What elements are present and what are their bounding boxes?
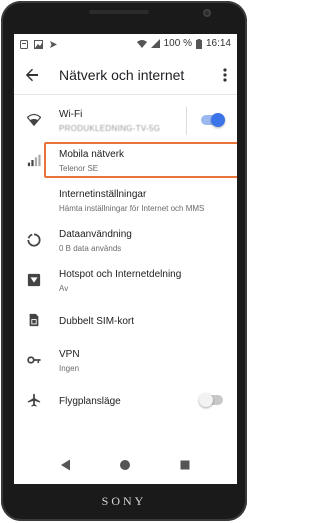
app-bar: Nätverk och internet	[14, 56, 237, 95]
airplane-icon	[27, 393, 41, 407]
list-item-hotspot[interactable]: Hotspot och Internetdelning Av	[14, 261, 237, 301]
wifi-icon	[136, 40, 147, 48]
front-camera	[203, 9, 211, 17]
image-icon	[34, 40, 43, 49]
internet-settings-subtitle: Hämta inställningar för Internet och MMS	[59, 204, 205, 213]
hotspot-subtitle: Av	[59, 284, 69, 293]
earpiece	[89, 10, 149, 14]
phone-frame: 100 % 16:14 Nätverk och internet Wi-Fi P…	[1, 1, 247, 521]
wifi-toggle[interactable]	[201, 113, 225, 127]
airplane-mode-title: Flygplansläge	[59, 396, 121, 407]
vpn-subtitle: Ingen	[59, 364, 80, 373]
back-triangle-icon[interactable]	[58, 457, 74, 473]
send-icon	[50, 41, 57, 48]
settings-list: Wi-Fi PRODUKLEDNING-TV-5G Mobila nätverk…	[14, 101, 237, 421]
cellular-signal-icon	[27, 154, 41, 167]
wifi-icon	[27, 113, 41, 127]
clock: 16:14	[205, 38, 231, 49]
page-title: Nätverk och internet	[59, 67, 185, 83]
vpn-key-icon	[27, 356, 41, 364]
recents-square-icon[interactable]	[177, 457, 193, 473]
more-vert-icon[interactable]	[223, 67, 227, 83]
sim-card-icon	[29, 313, 39, 327]
wifi-title: Wi-Fi	[59, 109, 83, 120]
signal-icon	[150, 39, 160, 48]
wifi-network-name: PRODUKLEDNING-TV-5G	[59, 124, 161, 133]
divider	[186, 107, 187, 135]
brand-logo: SONY	[101, 494, 147, 508]
navigation-bar	[14, 446, 237, 484]
list-item-mobile-networks[interactable]: Mobila nätverk Telenor SE	[14, 141, 237, 181]
dual-sim-title: Dubbelt SIM-kort	[59, 316, 135, 327]
data-usage-subtitle: 0 B data används	[59, 244, 122, 253]
data-usage-title: Dataanvändning	[59, 229, 132, 240]
battery-icon	[195, 38, 202, 49]
home-circle-icon[interactable]	[117, 457, 133, 473]
arrow-left-icon[interactable]	[24, 67, 40, 83]
list-item-wifi[interactable]: Wi-Fi PRODUKLEDNING-TV-5G	[14, 101, 237, 141]
mobile-networks-title: Mobila nätverk	[59, 149, 125, 160]
list-item-internet-settings[interactable]: Internetinställningar Hämta inställninga…	[14, 181, 237, 221]
toggle-knob	[211, 113, 225, 127]
data-usage-icon	[27, 233, 41, 247]
battery-percent: 100 %	[163, 38, 192, 49]
screen: 100 % 16:14 Nätverk och internet Wi-Fi P…	[14, 34, 237, 484]
mobile-networks-subtitle: Telenor SE	[59, 164, 99, 173]
internet-settings-title: Internetinställningar	[59, 189, 147, 200]
vpn-title: VPN	[59, 349, 80, 360]
toggle-knob	[199, 393, 213, 407]
hotspot-title: Hotspot och Internetdelning	[59, 269, 182, 280]
notification-icon	[20, 40, 28, 49]
list-item-data-usage[interactable]: Dataanvändning 0 B data används	[14, 221, 237, 261]
list-item-vpn[interactable]: VPN Ingen	[14, 341, 237, 381]
hotspot-icon	[27, 273, 41, 287]
status-bar: 100 % 16:14	[14, 34, 237, 56]
list-item-dual-sim[interactable]: Dubbelt SIM-kort	[14, 301, 237, 341]
airplane-mode-toggle[interactable]	[199, 393, 223, 407]
list-item-airplane-mode[interactable]: Flygplansläge	[14, 381, 237, 421]
